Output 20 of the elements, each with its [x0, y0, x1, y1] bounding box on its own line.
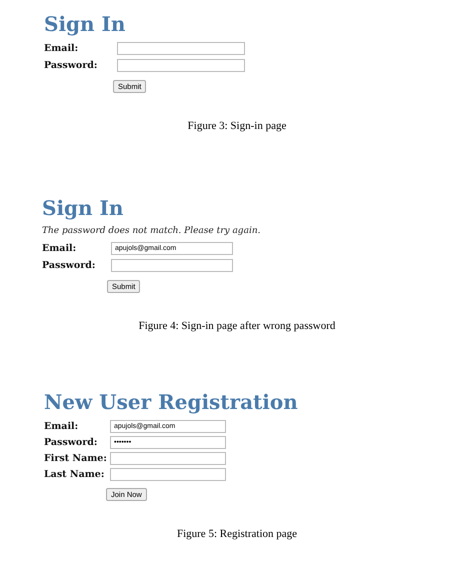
field-label: Email:: [42, 243, 78, 254]
field-label: First Name:: [44, 453, 108, 464]
page-heading: Sign In: [42, 195, 124, 222]
field-label: Password:: [44, 60, 98, 71]
input-field[interactable]: [110, 452, 226, 465]
field-label: Last Name:: [44, 469, 106, 480]
input-field[interactable]: [117, 59, 245, 72]
figure-caption: Figure 4: Sign-in page after wrong password: [138, 320, 336, 332]
error-message: The password does not match. Please try again.: [42, 226, 262, 236]
input-field[interactable]: [117, 42, 245, 55]
page-heading: New User Registration: [44, 389, 299, 416]
field-label: Password:: [44, 437, 98, 448]
input-field[interactable]: [111, 259, 233, 272]
field-label: Email:: [44, 43, 80, 54]
page-heading: Sign In: [44, 11, 126, 38]
field-label: Password:: [42, 260, 96, 271]
field-label: Email:: [44, 421, 80, 432]
figure-caption: Figure 5: Registration page: [176, 528, 298, 540]
figure-caption: Figure 3: Sign-in page: [186, 120, 288, 132]
input-field[interactable]: [110, 468, 226, 481]
